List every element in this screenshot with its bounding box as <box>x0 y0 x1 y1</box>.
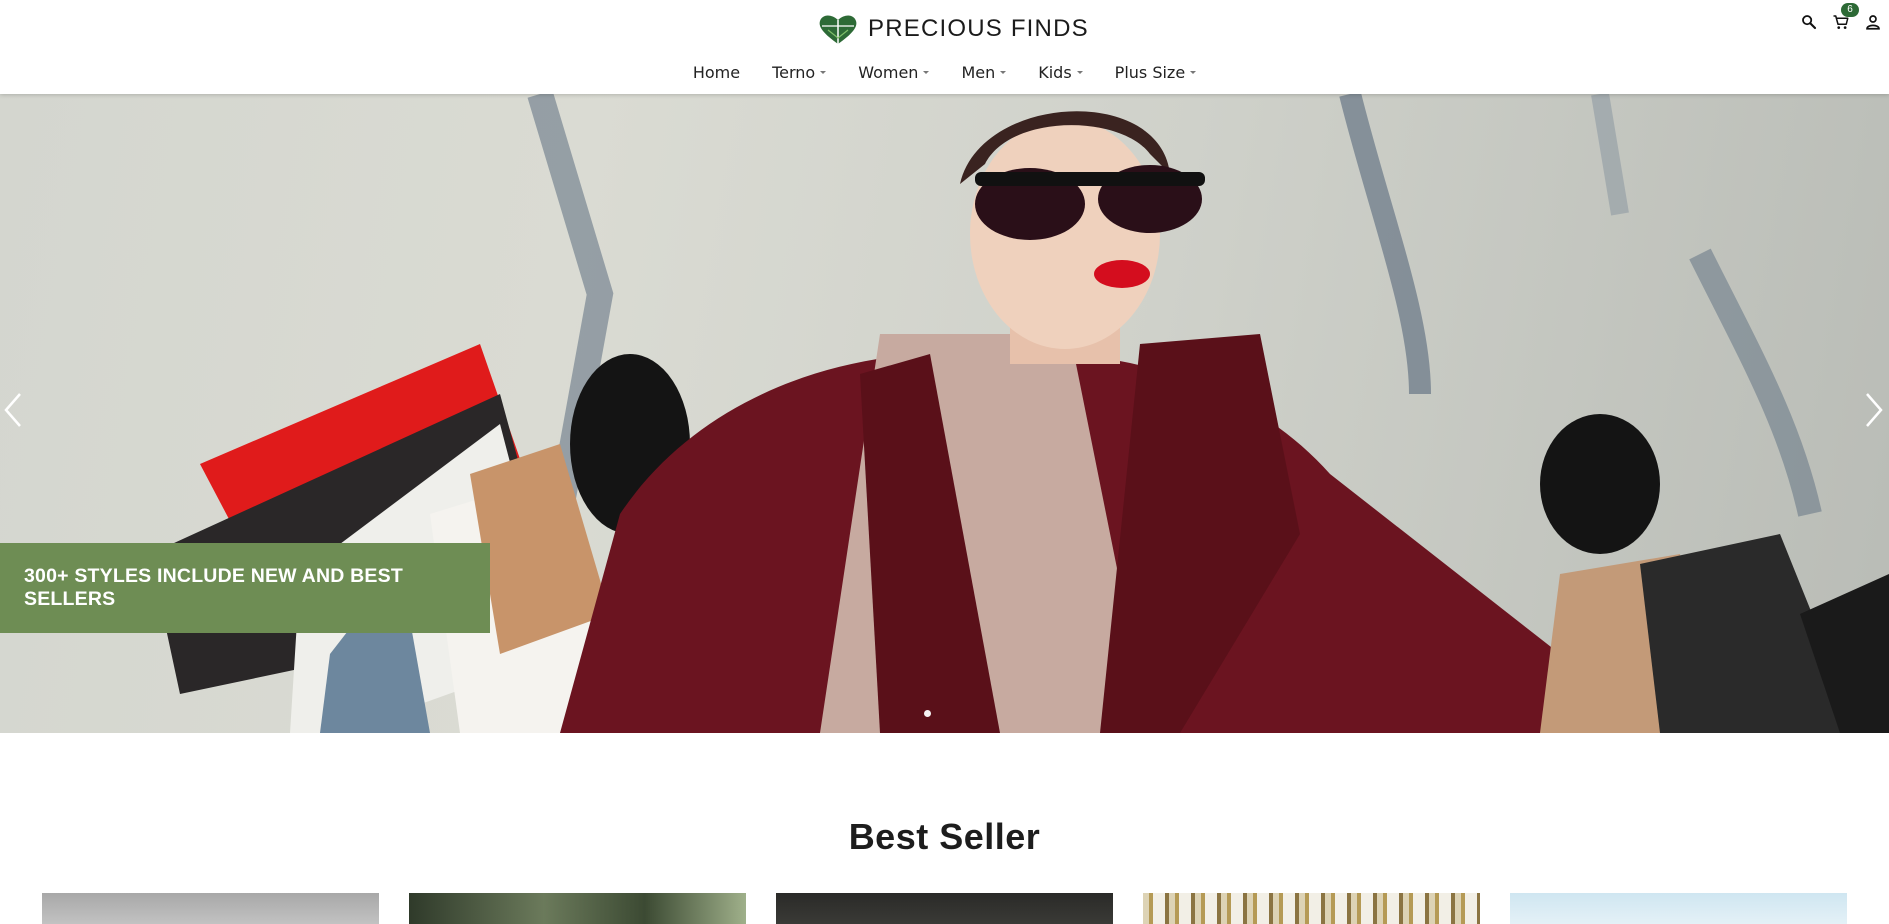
carousel-indicators <box>924 710 931 717</box>
chevron-left-icon <box>4 393 21 427</box>
nav-item-label: Kids <box>1038 62 1072 82</box>
cart-button[interactable]: 6 <box>1831 3 1859 32</box>
caret-down-icon <box>1190 70 1197 74</box>
product-thumbnail[interactable] <box>409 893 746 924</box>
chevron-right-icon <box>1866 393 1883 427</box>
hero-image <box>150 94 1889 733</box>
account-button[interactable] <box>1863 12 1883 32</box>
nav-item-label: Terno <box>772 62 816 82</box>
heart-leaf-logo-icon <box>819 15 857 44</box>
nav-item-terno[interactable]: Terno <box>772 58 827 86</box>
nav-item-kids[interactable]: Kids <box>1038 58 1083 86</box>
brand-name: PRECIOUS FINDS <box>868 15 1089 42</box>
nav-item-label: Men <box>961 62 996 82</box>
caret-down-icon <box>820 70 827 74</box>
product-thumbnail[interactable] <box>1510 893 1847 924</box>
nav-item-label: Women <box>858 62 919 82</box>
account-icon <box>1866 15 1880 30</box>
main-nav: Home Terno Women Men Kids Plus Size <box>0 58 1889 86</box>
nav-item-home[interactable]: Home <box>693 58 740 86</box>
carousel-prev-button[interactable] <box>0 390 26 430</box>
caret-down-icon <box>1000 70 1007 74</box>
caret-down-icon <box>1076 70 1083 74</box>
caret-down-icon <box>923 70 930 74</box>
nav-item-men[interactable]: Men <box>961 58 1007 86</box>
promo-banner[interactable]: 300+ STYLES INCLUDE NEW AND BEST SELLERS <box>0 543 490 633</box>
best-seller-title: Best Seller <box>848 816 1041 857</box>
product-thumbnail[interactable] <box>776 893 1113 924</box>
search-icon <box>1802 15 1817 30</box>
site-header: PRECIOUS FINDS Home Terno Women Men Kids… <box>0 0 1889 94</box>
cart-count-badge: 6 <box>1841 3 1859 17</box>
promo-text: 300+ STYLES INCLUDE NEW AND BEST SELLERS <box>24 565 403 610</box>
header-icons: 6 <box>1799 3 1883 32</box>
search-button[interactable] <box>1799 12 1819 32</box>
nav-item-plus-size[interactable]: Plus Size <box>1115 58 1197 86</box>
carousel-next-button[interactable] <box>1861 390 1887 430</box>
best-seller-products <box>42 893 1847 924</box>
carousel-dot-active[interactable] <box>924 710 931 717</box>
hero-carousel: 300+ STYLES INCLUDE NEW AND BEST SELLERS <box>0 94 1889 733</box>
nav-item-women[interactable]: Women <box>858 58 930 86</box>
nav-item-label: Home <box>692 62 741 82</box>
brand-logo[interactable]: PRECIOUS FINDS <box>818 9 1089 49</box>
nav-item-label: Plus Size <box>1114 62 1186 82</box>
product-thumbnail[interactable] <box>42 893 379 924</box>
product-thumbnail[interactable] <box>1143 893 1480 924</box>
